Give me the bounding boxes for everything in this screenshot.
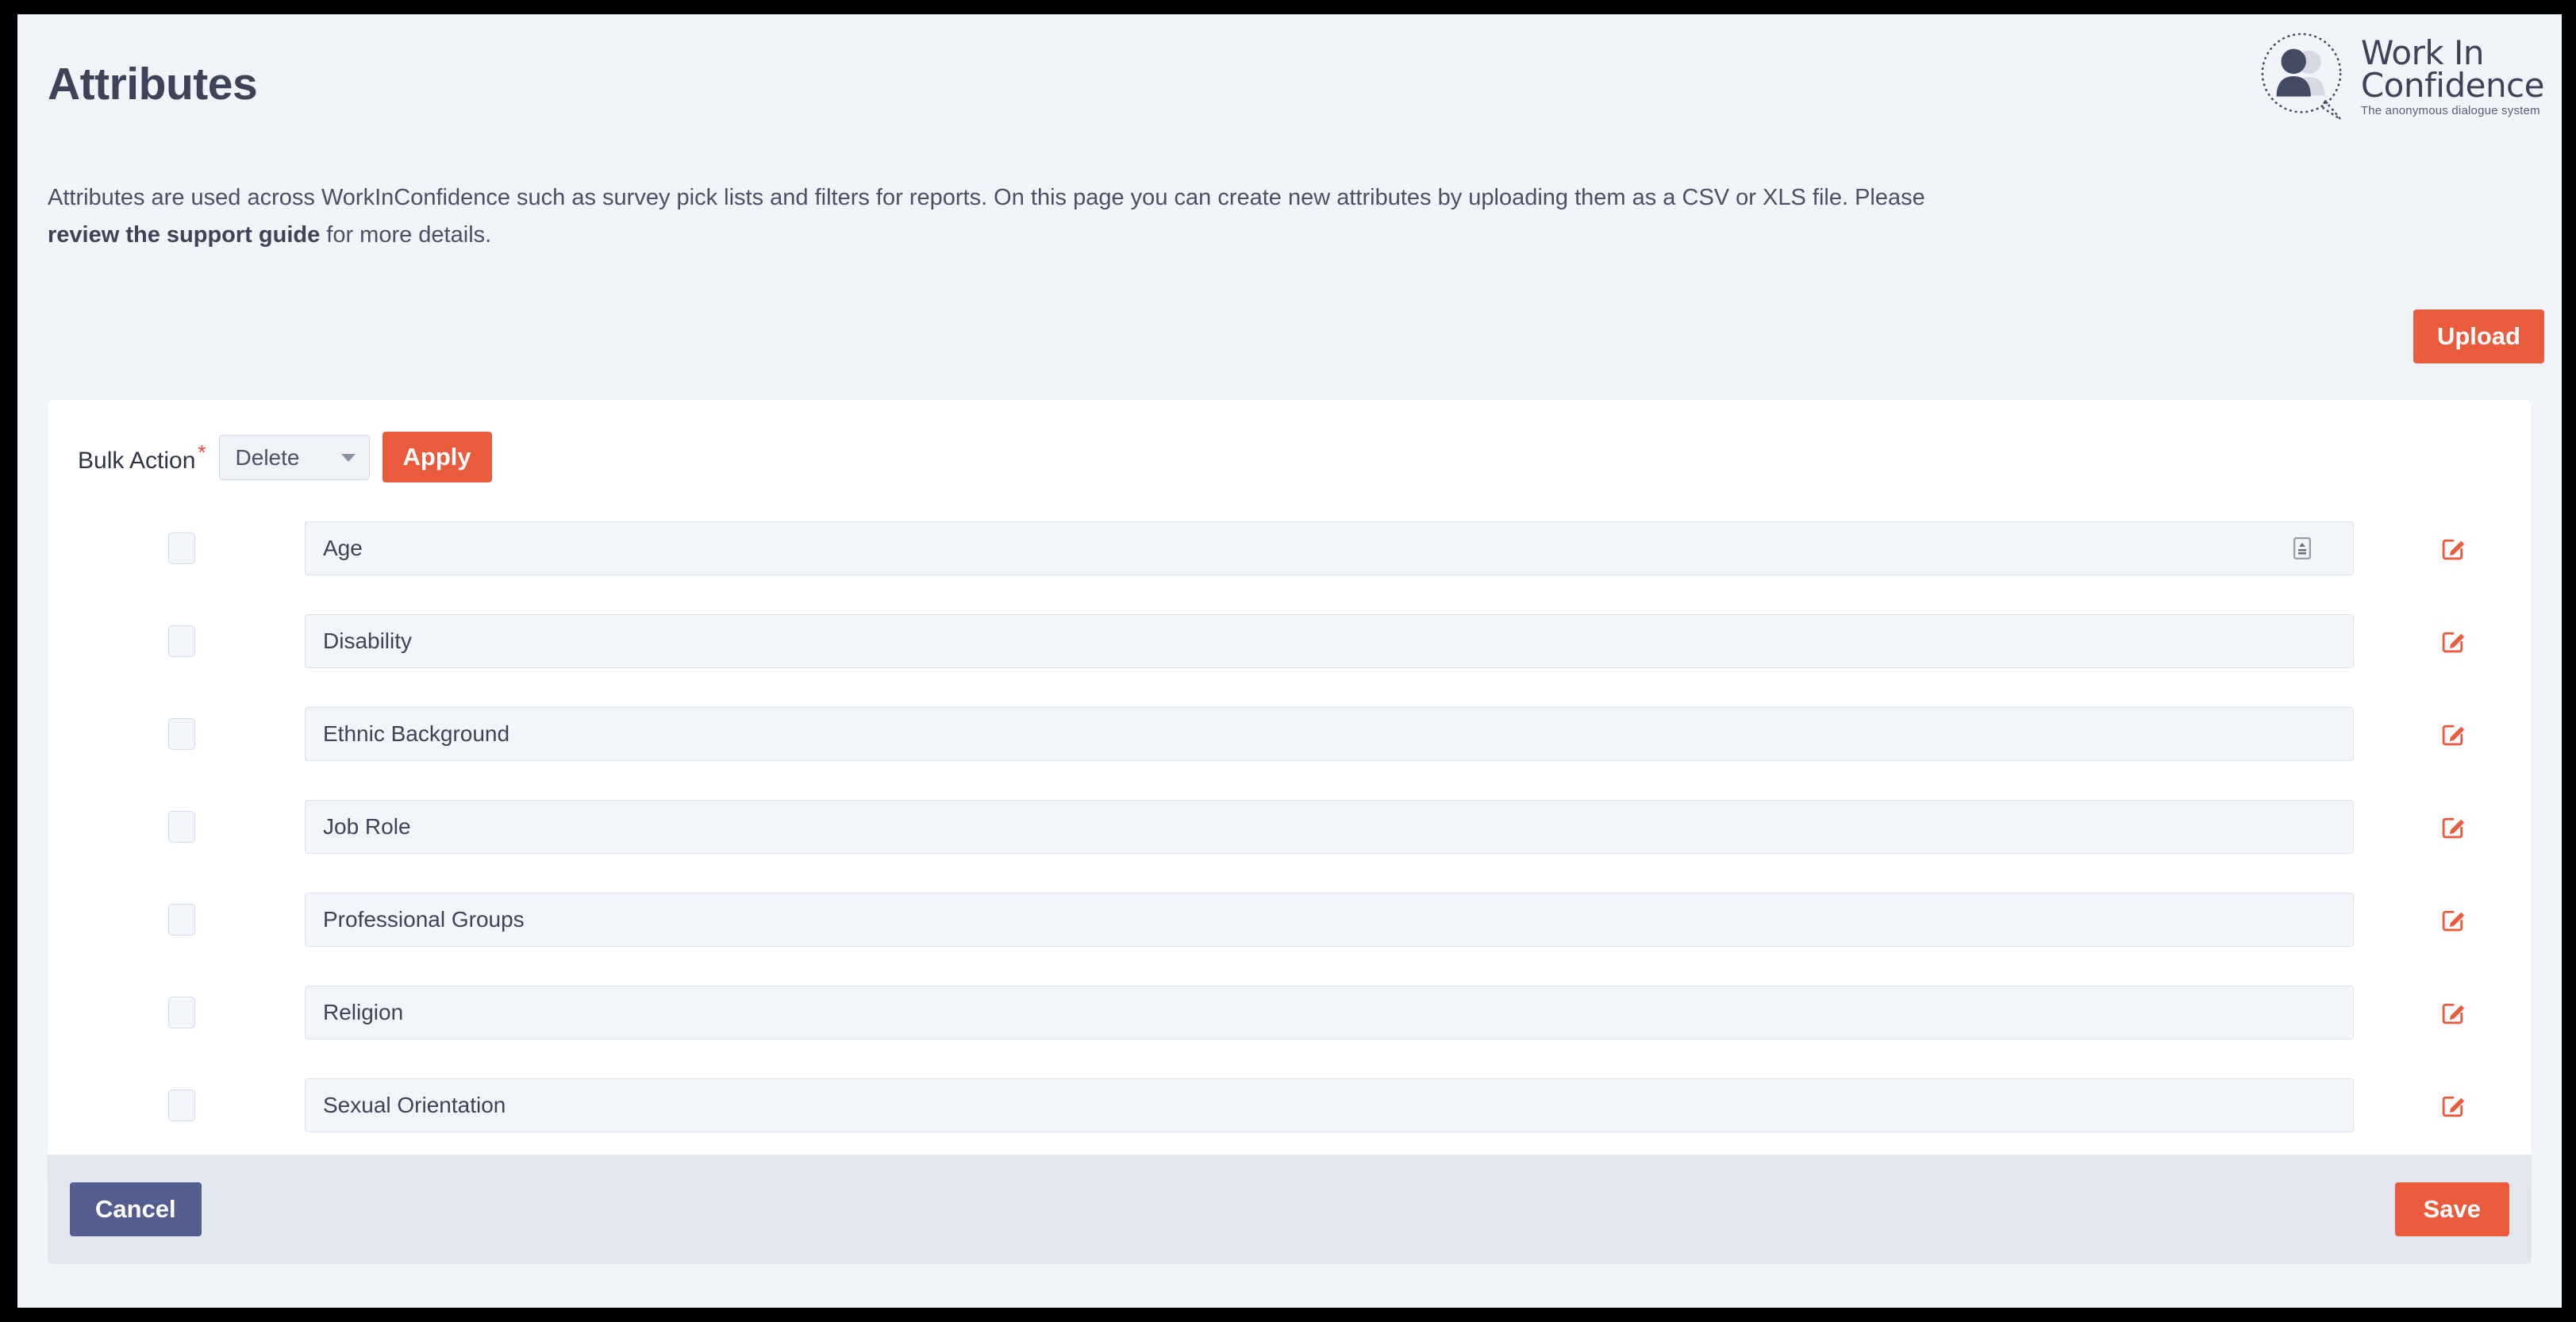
attribute-row bbox=[48, 966, 2532, 1059]
page-title: Attributes bbox=[48, 59, 258, 110]
attribute-name-input[interactable] bbox=[305, 706, 2354, 761]
apply-button[interactable]: Apply bbox=[382, 432, 492, 482]
page-description-text-after: for more details. bbox=[320, 221, 492, 248]
edit-pencil-square-icon bbox=[2442, 632, 2465, 652]
page-description: Attributes are used across WorkInConfide… bbox=[48, 179, 1976, 254]
attribute-select-checkbox[interactable] bbox=[168, 903, 195, 936]
bulk-action-label: Bulk Action * bbox=[78, 440, 206, 475]
bulk-action-label-text: Bulk Action bbox=[78, 447, 196, 474]
brand-logo-wordmark: Work In Confidence The anonymous dialogu… bbox=[2360, 33, 2545, 118]
bulk-action-select-wrapper: Delete bbox=[218, 434, 370, 480]
attribute-row bbox=[48, 594, 2532, 687]
attribute-name-input[interactable] bbox=[305, 521, 2354, 575]
required-asterisk: * bbox=[198, 440, 206, 464]
attribute-select-checkbox[interactable] bbox=[168, 996, 195, 1028]
support-guide-link[interactable]: review the support guide bbox=[48, 222, 320, 248]
attribute-name-input[interactable] bbox=[305, 799, 2354, 854]
edit-pencil-square-icon bbox=[2442, 910, 2465, 931]
attribute-name-field-wrapper bbox=[305, 521, 2354, 575]
edit-pencil-square-icon bbox=[2442, 1003, 2465, 1024]
edit-pencil-square-icon bbox=[2442, 539, 2465, 559]
attribute-name-input[interactable] bbox=[305, 892, 2354, 947]
attribute-list bbox=[48, 482, 2532, 1186]
brand-name-line-1: Work In bbox=[2360, 33, 2485, 72]
attribute-name-input[interactable] bbox=[305, 613, 2354, 668]
page-header: Attributes Attributes are used across Wo… bbox=[17, 14, 2562, 363]
attribute-name-field-wrapper bbox=[305, 985, 2354, 1040]
attribute-name-field-wrapper bbox=[305, 892, 2354, 947]
application-frame: Attributes Attributes are used across Wo… bbox=[17, 14, 2562, 1308]
edit-attribute-button[interactable] bbox=[2435, 1086, 2473, 1124]
attribute-row bbox=[48, 873, 2532, 966]
edit-pencil-square-icon bbox=[2442, 724, 2465, 745]
bulk-action-select[interactable]: Delete bbox=[218, 434, 370, 480]
bulk-action-row: Bulk Action * Delete Apply bbox=[48, 400, 2532, 482]
attribute-name-field-wrapper bbox=[305, 799, 2354, 854]
autofill-save-icon[interactable] bbox=[2293, 536, 2311, 559]
brand-name-line-2: Confidence bbox=[2360, 66, 2545, 106]
edit-attribute-button[interactable] bbox=[2435, 529, 2473, 567]
attribute-row bbox=[48, 780, 2532, 873]
card-footer: Cancel Save bbox=[48, 1155, 2532, 1264]
edit-attribute-button[interactable] bbox=[2435, 901, 2473, 939]
edit-pencil-square-icon bbox=[2442, 817, 2465, 838]
attribute-row bbox=[48, 502, 2532, 594]
brand-logo: Work In Confidence The anonymous dialogu… bbox=[2256, 30, 2545, 124]
edit-attribute-button[interactable] bbox=[2435, 993, 2473, 1032]
attribute-select-checkbox[interactable] bbox=[168, 624, 195, 657]
attributes-card: Bulk Action * Delete Apply bbox=[48, 400, 2532, 1186]
page-description-text-before: Attributes are used across WorkInConfide… bbox=[48, 185, 1925, 210]
cancel-button[interactable]: Cancel bbox=[70, 1182, 202, 1236]
attribute-name-field-wrapper bbox=[305, 613, 2354, 668]
save-button[interactable]: Save bbox=[2394, 1182, 2509, 1236]
upload-button[interactable]: Upload bbox=[2413, 309, 2544, 363]
attribute-name-field-wrapper bbox=[305, 1078, 2354, 1132]
edit-pencil-square-icon bbox=[2442, 1096, 2465, 1116]
attribute-row bbox=[48, 1059, 2532, 1151]
attribute-select-checkbox[interactable] bbox=[168, 1089, 195, 1121]
attribute-select-checkbox[interactable] bbox=[168, 810, 195, 843]
brand-tagline: The anonymous dialogue system bbox=[2360, 104, 2540, 118]
edit-attribute-button[interactable] bbox=[2435, 715, 2473, 753]
two-people-in-speech-bubble-icon bbox=[2261, 33, 2342, 121]
attribute-row bbox=[48, 687, 2532, 780]
attribute-select-checkbox[interactable] bbox=[168, 717, 195, 750]
attribute-name-input[interactable] bbox=[305, 985, 2354, 1040]
attribute-select-checkbox[interactable] bbox=[168, 532, 195, 564]
attribute-name-input[interactable] bbox=[305, 1078, 2354, 1132]
edit-attribute-button[interactable] bbox=[2435, 622, 2473, 660]
attribute-name-field-wrapper bbox=[305, 706, 2354, 761]
edit-attribute-button[interactable] bbox=[2435, 808, 2473, 846]
